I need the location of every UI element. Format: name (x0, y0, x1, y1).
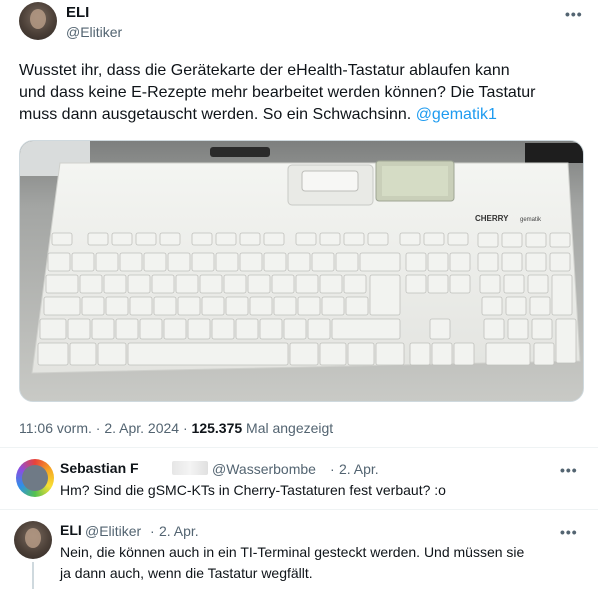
reply-author-avatar[interactable] (14, 521, 52, 559)
reply-text: Nein, die können auch in ein TI-Terminal… (60, 542, 590, 584)
meta-separator: · (150, 523, 155, 539)
more-options-icon[interactable]: ••• (560, 524, 578, 540)
redacted-name-blur (172, 461, 208, 475)
reply-text-line: Nein, die können auch in ein TI-Terminal… (60, 544, 525, 560)
author-avatar[interactable] (19, 2, 57, 40)
reply-date[interactable]: 2. Apr. (339, 461, 379, 477)
tweet-time[interactable]: 11:06 vorm. (19, 420, 92, 436)
reply-author-avatar[interactable] (16, 459, 54, 497)
reply-text: Hm? Sind die gSMC-KTs in Cherry-Tastatur… (60, 482, 446, 498)
meta-separator: · (95, 420, 101, 436)
brand-label: CHERRY (475, 214, 509, 223)
main-tweet[interactable]: ELI @Elitiker ••• Wusstet ihr, dass die … (0, 0, 598, 447)
reply-author-name[interactable]: ELI (60, 522, 82, 538)
more-options-icon[interactable]: ••• (565, 6, 583, 22)
device-label: gematik (520, 217, 542, 223)
divider (0, 509, 598, 510)
author-handle[interactable]: @Elitiker (66, 24, 122, 40)
reply-date[interactable]: 2. Apr. (159, 523, 199, 539)
reply-author-name[interactable]: Sebastian F (60, 460, 139, 476)
author-name[interactable]: ELI (66, 4, 89, 21)
views-count: 125.375 (191, 420, 243, 436)
more-options-icon[interactable]: ••• (560, 462, 578, 478)
divider (0, 447, 598, 448)
tweet-text-line-3: muss dann ausgetauscht werden. So ein Sc… (19, 106, 412, 123)
tweet-meta: 11:06 vorm. · 2. Apr. 2024 · 125.375 Mal… (19, 420, 333, 436)
keyboard-photo-illustration: CHERRY gematik (20, 141, 583, 401)
avatar-face (22, 465, 48, 491)
meta-separator: · (182, 420, 188, 436)
reply-author-handle[interactable]: @Elitiker (85, 523, 141, 539)
views-label: Mal angezeigt (246, 420, 334, 436)
reply-author-handle[interactable]: @Wasserbombe (212, 461, 316, 477)
tweet-text-line: muss dann ausgetauscht werden. So ein Sc… (19, 104, 579, 126)
avatar-face (25, 528, 41, 548)
tweet-text: Wusstet ihr, dass die Gerätekarte der eH… (19, 60, 579, 126)
avatar-face (30, 9, 46, 29)
mention-link[interactable]: @gematik1 (416, 106, 497, 123)
tweet-photo[interactable]: CHERRY gematik (19, 140, 584, 402)
thread-line (32, 562, 34, 589)
reply-text-line: ja dann auch, wenn die Tastatur wegfällt… (60, 565, 313, 581)
meta-separator: · (330, 461, 335, 477)
tweet-text-line: und dass keine E-Rezepte mehr bearbeitet… (19, 84, 536, 101)
tweet-text-line: Wusstet ihr, dass die Gerätekarte der eH… (19, 62, 510, 79)
tweet-date[interactable]: 2. Apr. 2024 (104, 420, 179, 436)
